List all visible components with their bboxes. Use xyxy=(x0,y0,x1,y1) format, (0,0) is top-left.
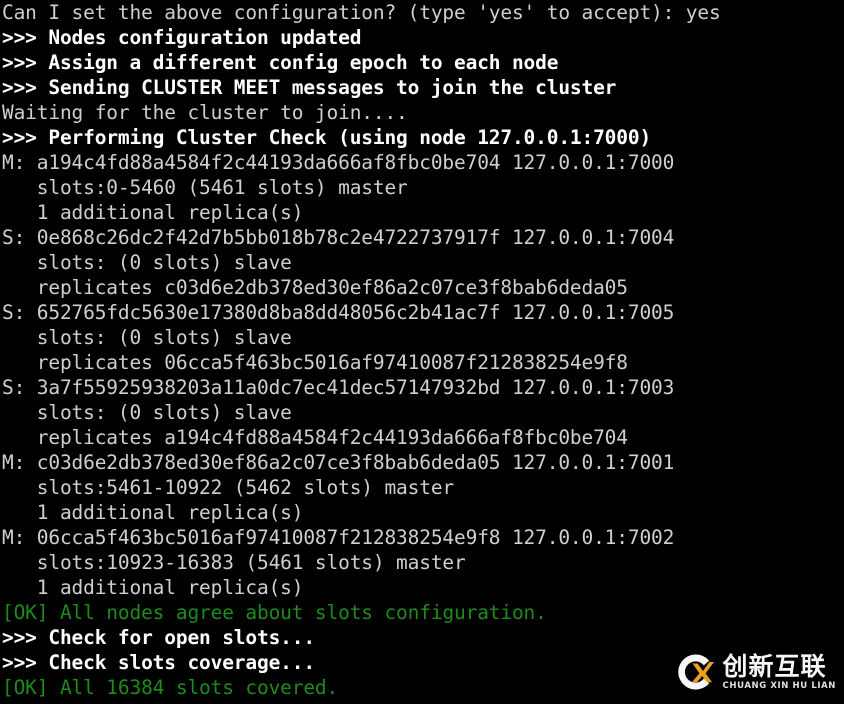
terminal-line: >>> Assign a different config epoch to e… xyxy=(2,51,559,74)
terminal-window[interactable]: Can I set the above configuration? (type… xyxy=(0,0,844,704)
terminal-line: [OK] All 16384 slots covered. xyxy=(2,676,339,699)
terminal-line: slots: (0 slots) slave xyxy=(2,326,292,349)
terminal-line: slots: (0 slots) slave xyxy=(2,251,292,274)
terminal-line: slots:0-5460 (5461 slots) master xyxy=(2,176,408,199)
terminal-line: 1 additional replica(s) xyxy=(2,201,304,224)
terminal-line: slots:5461-10922 (5462 slots) master xyxy=(2,476,455,499)
terminal-line: slots: (0 slots) slave xyxy=(2,401,292,424)
terminal-line: >>> Performing Cluster Check (using node… xyxy=(2,126,652,149)
terminal-line: >>> Nodes configuration updated xyxy=(2,26,362,49)
terminal-line: S: 652765fdc5630e17380d8ba8dd48056c2b41a… xyxy=(2,301,675,324)
terminal-line: [OK] All nodes agree about slots configu… xyxy=(2,601,547,624)
terminal-line: replicates 06cca5f463bc5016af97410087f21… xyxy=(2,351,628,374)
terminal-line: Can I set the above configuration? (type… xyxy=(2,1,721,24)
terminal-line: >>> Check slots coverage... xyxy=(2,651,315,674)
terminal-line: Waiting for the cluster to join.... xyxy=(2,101,408,124)
terminal-line: 1 additional replica(s) xyxy=(2,576,304,599)
terminal-line: M: c03d6e2db378ed30ef86a2c07ce3f8bab6ded… xyxy=(2,451,675,474)
terminal-line: S: 3a7f55925938203a11a0dc7ec41dec5714793… xyxy=(2,376,675,399)
terminal-line: slots:10923-16383 (5461 slots) master xyxy=(2,551,466,574)
terminal-output: Can I set the above configuration? (type… xyxy=(0,0,844,700)
terminal-line: replicates a194c4fd88a4584f2c44193da666a… xyxy=(2,426,628,449)
terminal-line: >>> Check for open slots... xyxy=(2,626,315,649)
terminal-line: 1 additional replica(s) xyxy=(2,501,304,524)
terminal-line: S: 0e868c26dc2f42d7b5bb018b78c2e47227379… xyxy=(2,226,675,249)
terminal-line: replicates c03d6e2db378ed30ef86a2c07ce3f… xyxy=(2,276,628,299)
terminal-line: M: 06cca5f463bc5016af97410087f212838254e… xyxy=(2,526,675,549)
terminal-line: M: a194c4fd88a4584f2c44193da666af8fbc0be… xyxy=(2,151,675,174)
terminal-line: >>> Sending CLUSTER MEET messages to joi… xyxy=(2,76,617,99)
